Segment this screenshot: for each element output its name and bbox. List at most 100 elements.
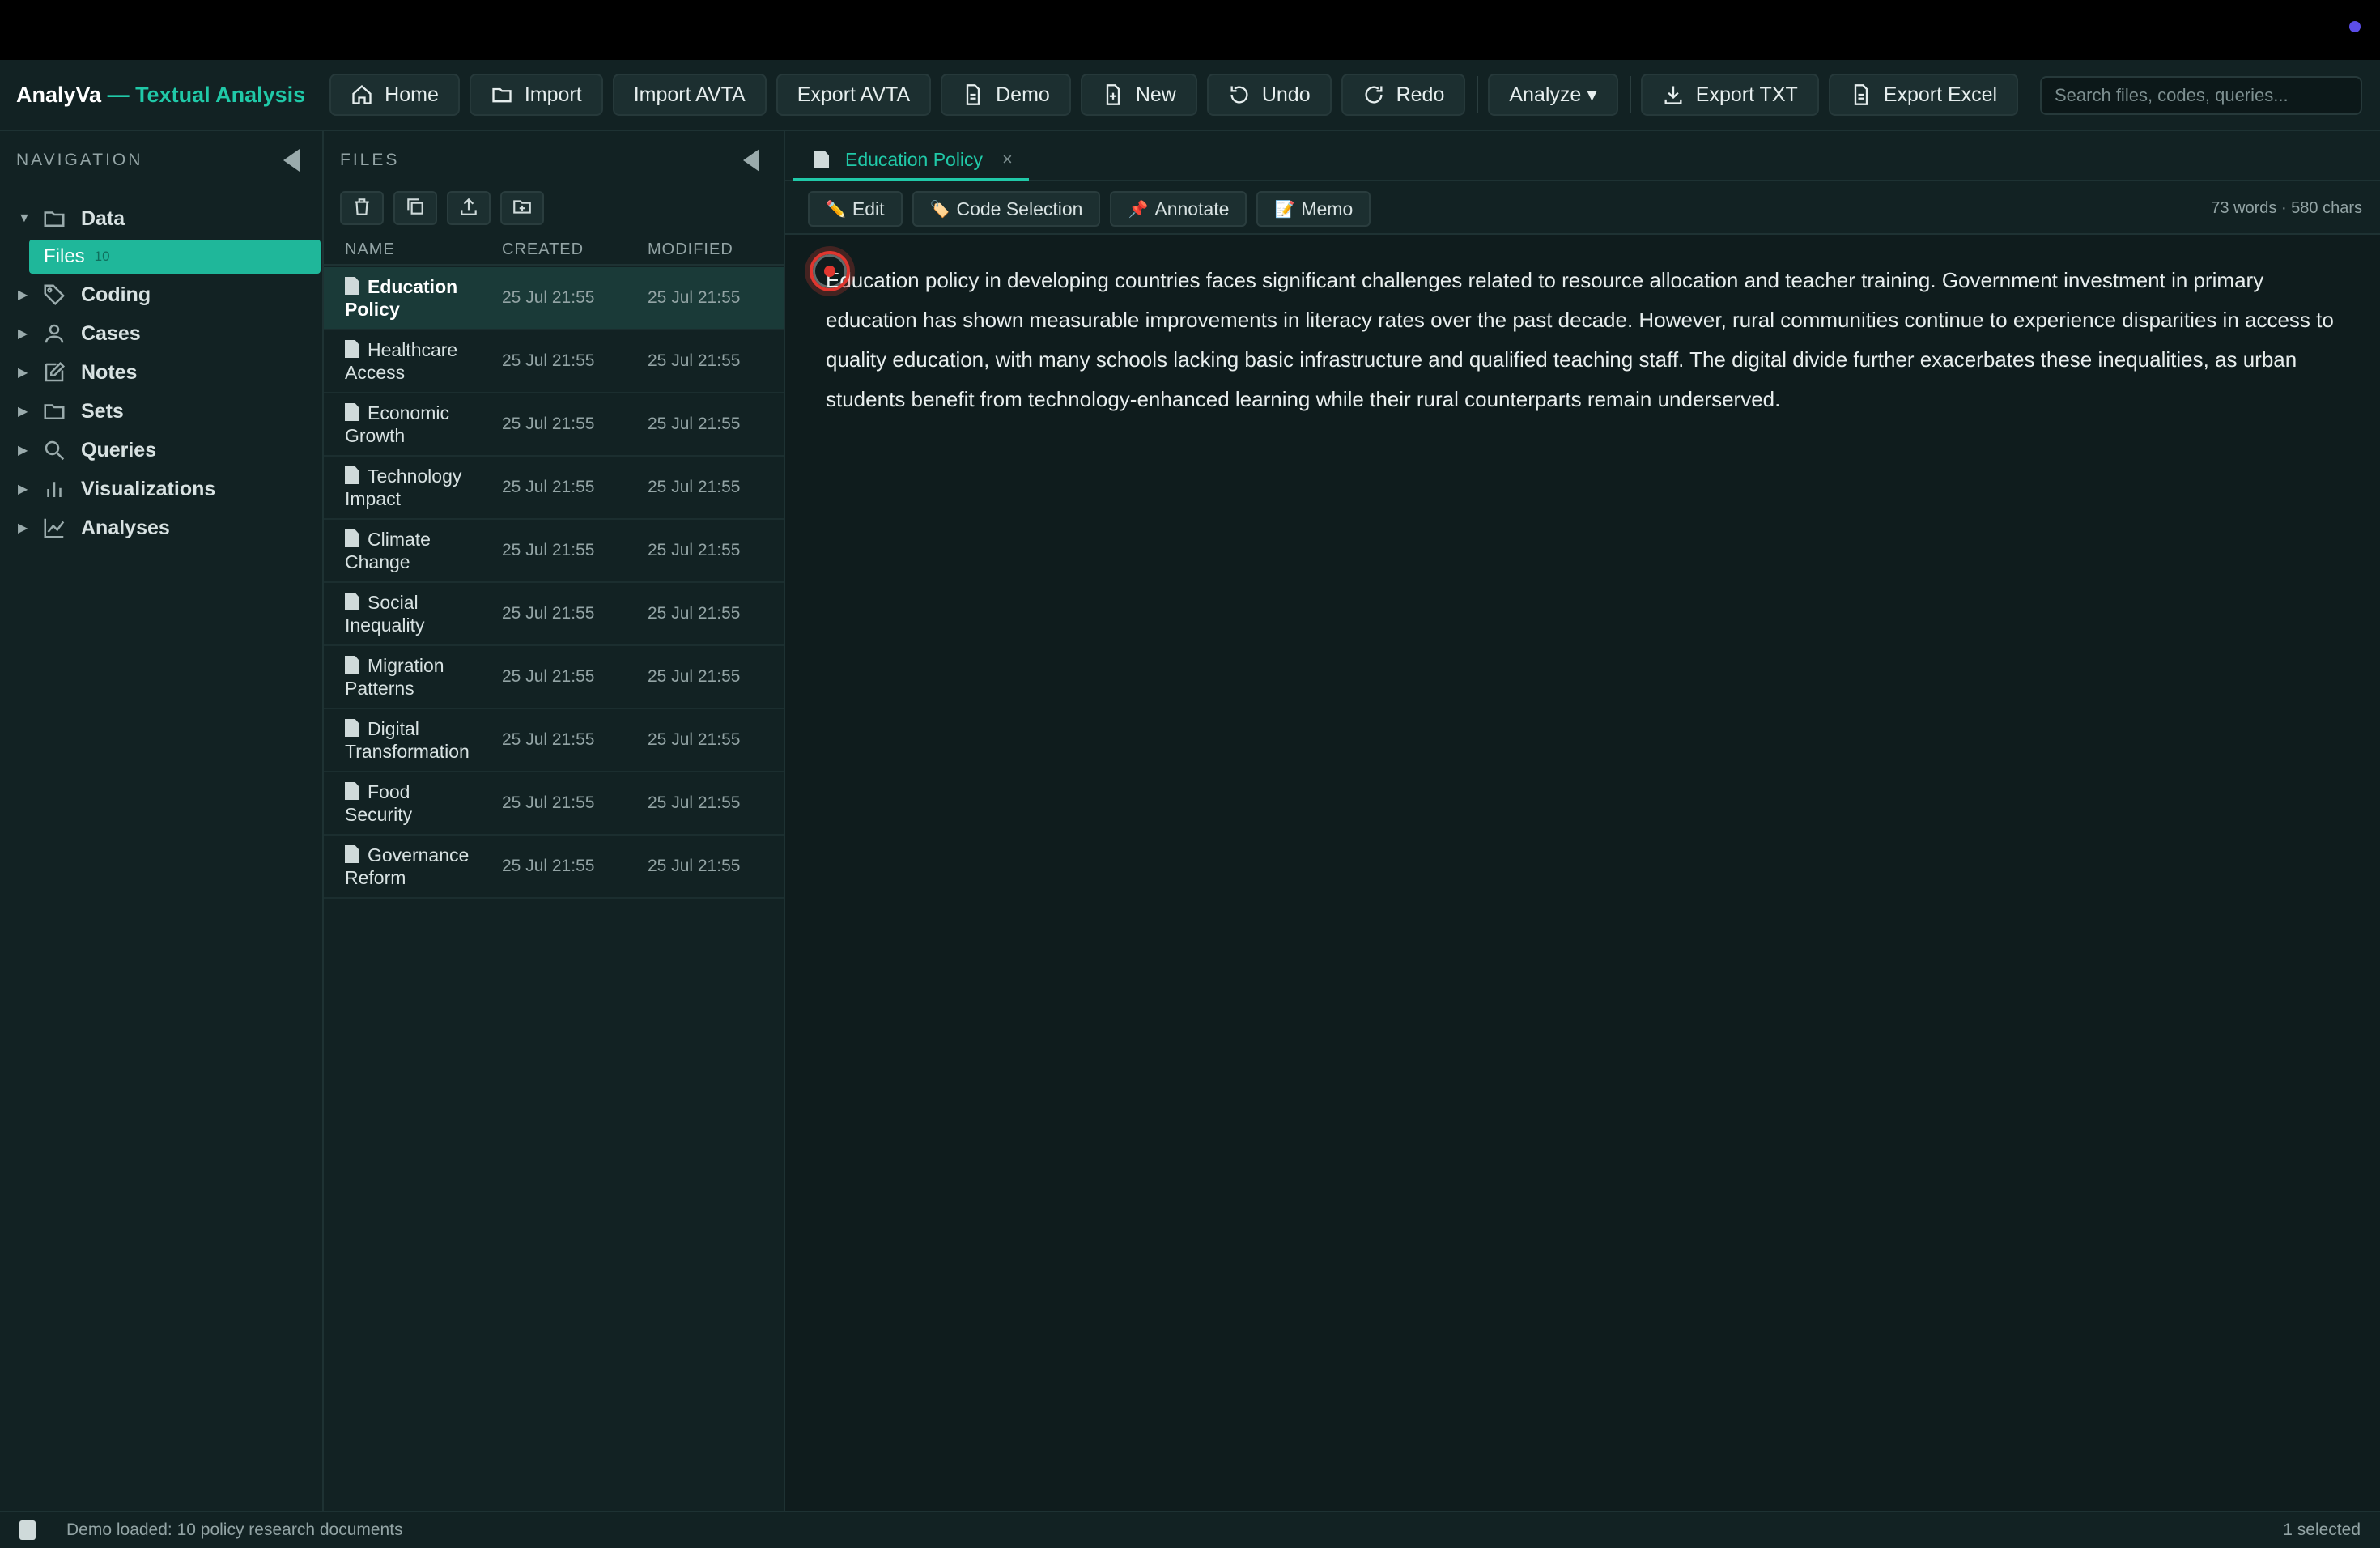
nav-item-queries[interactable]: ▶ Queries	[0, 431, 324, 470]
global-search-input[interactable]	[2040, 76, 2362, 115]
nav-item-visualizations[interactable]: ▶ Visualizations	[0, 470, 324, 508]
delete-file-button[interactable]	[340, 191, 384, 225]
file-created: 25 Jul 21:55	[502, 857, 595, 875]
memo-icon: 📝	[1274, 200, 1295, 219]
folder-plus-icon	[512, 196, 533, 221]
download-icon	[1662, 83, 1685, 106]
file-icon	[814, 151, 829, 168]
files-table-header: NAME CREATED MODIFIED	[324, 235, 784, 266]
file-icon	[345, 593, 359, 610]
new-button[interactable]: New	[1080, 74, 1197, 116]
nav-item-label: Coding	[81, 283, 151, 306]
document-viewer: Education Policy × ✏️ Edit 🏷️ Code Selecti…	[785, 131, 2380, 1511]
bar-chart-icon	[42, 477, 66, 501]
table-row[interactable]: Digital Transformation 25 Jul 21:55 25 Jul…	[324, 709, 784, 772]
table-row[interactable]: Education Policy 25 Jul 21:55 25 Jul 21:55	[324, 267, 784, 330]
collapse-files-icon[interactable]	[743, 149, 759, 172]
tab-education-policy[interactable]: Education Policy ×	[793, 141, 1029, 181]
pencil-icon: ✏️	[826, 200, 846, 219]
nav-item-label: Visualizations	[81, 477, 216, 500]
file-modified: 25 Jul 21:55	[648, 541, 741, 559]
new-folder-button[interactable]	[500, 191, 544, 225]
expand-right-icon: ▶	[18, 483, 28, 496]
memo-button[interactable]: 📝 Memo	[1256, 191, 1371, 227]
toolbar-divider	[1477, 76, 1479, 113]
import-avta-label: Import AVTA	[633, 83, 746, 106]
nav-item-cases[interactable]: ▶ Cases	[0, 314, 324, 353]
file-modified: 25 Jul 21:55	[648, 351, 741, 370]
table-row[interactable]: Migration Patterns 25 Jul 21:55 25 Jul 21:…	[324, 646, 784, 709]
import-avta-button[interactable]: Import AVTA	[612, 74, 767, 116]
files-toolbar	[340, 191, 544, 225]
file-modified: 25 Jul 21:55	[648, 667, 741, 686]
document-icon	[962, 83, 984, 106]
code-selection-button[interactable]: 🏷️ Code Selection	[912, 191, 1101, 227]
annotate-button[interactable]: 📌 Annotate	[1110, 191, 1247, 227]
home-button-label: Home	[385, 83, 439, 106]
file-created: 25 Jul 21:55	[502, 541, 595, 559]
nav-item-files[interactable]: Files 10	[29, 240, 321, 274]
annotate-label: Annotate	[1154, 198, 1230, 219]
folder-icon	[42, 206, 66, 231]
files-node-label: Files	[44, 245, 85, 267]
file-name-cell: Migration Patterns	[324, 654, 482, 700]
import-button[interactable]: Import	[469, 74, 603, 116]
analyze-dropdown[interactable]: Analyze ▾	[1488, 74, 1618, 116]
table-row[interactable]: Economic Growth 25 Jul 21:55 25 Jul 21:55	[324, 393, 784, 457]
status-bar: Demo loaded: 10 policy research document…	[0, 1511, 2380, 1548]
expand-right-icon: ▶	[18, 444, 28, 457]
file-icon	[345, 782, 359, 800]
table-row[interactable]: Healthcare Access 25 Jul 21:55 25 Jul 21:5…	[324, 330, 784, 393]
copy-icon	[405, 196, 426, 221]
file-created: 25 Jul 21:55	[502, 730, 595, 749]
nav-item-notes[interactable]: ▶ Notes	[0, 353, 324, 392]
export-txt-button[interactable]: Export TXT	[1640, 74, 1819, 116]
document-actions: ✏️ Edit 🏷️ Code Selection 📌 Annotate 📝 Memo	[808, 191, 1371, 227]
column-header-created[interactable]: CREATED	[482, 240, 628, 259]
edit-button[interactable]: ✏️ Edit	[808, 191, 903, 227]
upload-file-button[interactable]	[447, 191, 491, 225]
export-excel-button[interactable]: Export Excel	[1828, 74, 2019, 116]
column-header-modified[interactable]: MODIFIED	[628, 240, 782, 259]
close-tab-icon[interactable]: ×	[1002, 149, 1013, 170]
new-button-label: New	[1135, 83, 1176, 106]
home-button[interactable]: Home	[329, 74, 460, 116]
demo-button-label: Demo	[996, 83, 1050, 106]
redo-button[interactable]: Redo	[1341, 74, 1466, 116]
expand-down-icon: ▼	[18, 211, 31, 225]
files-table-body: Education Policy 25 Jul 21:55 25 Jul 21:55…	[324, 267, 784, 899]
nav-item-data[interactable]: ▼ Data	[0, 199, 324, 238]
expand-right-icon: ▶	[18, 521, 28, 535]
table-row[interactable]: Technology Impact 25 Jul 21:55 25 Jul 21:5…	[324, 457, 784, 520]
file-created: 25 Jul 21:55	[502, 415, 595, 433]
file-modified: 25 Jul 21:55	[648, 793, 741, 812]
file-name-cell: Food Security	[324, 780, 482, 826]
table-row[interactable]: Governance Reform 25 Jul 21:55 25 Jul 21:5…	[324, 836, 784, 899]
file-modified: 25 Jul 21:55	[648, 478, 741, 496]
table-row[interactable]: Climate Change 25 Jul 21:55 25 Jul 21:55	[324, 520, 784, 583]
undo-icon	[1228, 83, 1251, 106]
export-avta-button[interactable]: Export AVTA	[776, 74, 932, 116]
table-row[interactable]: Social Inequality 25 Jul 21:55 25 Jul 21:5…	[324, 583, 784, 646]
export-txt-label: Export TXT	[1695, 83, 1798, 106]
nav-item-analyses[interactable]: ▶ Analyses	[0, 508, 324, 547]
file-name-cell: Social Inequality	[324, 591, 482, 636]
document-tab-bar: Education Policy ×	[785, 131, 2380, 181]
file-modified: 25 Jul 21:55	[648, 604, 741, 623]
tab-label: Education Policy	[845, 148, 984, 170]
export-avta-label: Export AVTA	[797, 83, 911, 106]
file-name: Economic Growth	[345, 402, 449, 446]
table-row[interactable]: Food Security 25 Jul 21:55 25 Jul 21:55	[324, 772, 784, 836]
nav-item-coding[interactable]: ▶ Coding	[0, 275, 324, 314]
file-icon	[345, 656, 359, 674]
nav-item-sets[interactable]: ▶ Sets	[0, 392, 324, 431]
undo-button[interactable]: Undo	[1206, 74, 1332, 116]
file-modified: 25 Jul 21:55	[648, 857, 741, 875]
duplicate-file-button[interactable]	[393, 191, 437, 225]
collapse-navigation-icon[interactable]	[283, 149, 300, 172]
document-text[interactable]: Education policy in developing countries…	[826, 261, 2348, 419]
column-header-name[interactable]: NAME	[324, 240, 482, 259]
demo-button[interactable]: Demo	[941, 74, 1071, 116]
navigation-tree: ▼ Data Files 10 ▶ Coding ▶ Cases ▶ Notes…	[0, 199, 324, 547]
file-created: 25 Jul 21:55	[502, 288, 595, 307]
